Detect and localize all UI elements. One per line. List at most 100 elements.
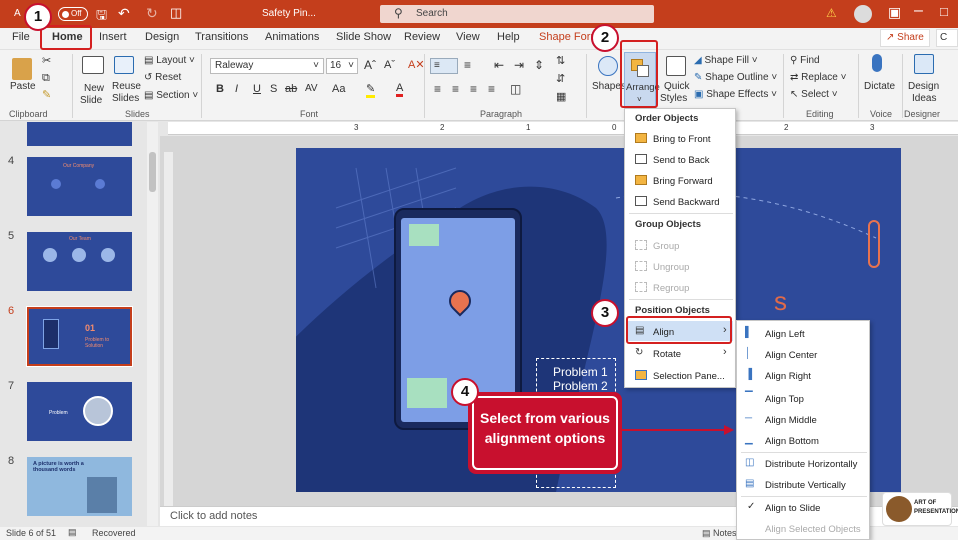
regroup-item[interactable]: Regroup — [653, 283, 689, 294]
selection-pane-item[interactable]: Selection Pane... — [653, 371, 725, 382]
save-icon[interactable]: 🖫 — [96, 6, 107, 28]
paste-icon[interactable] — [12, 58, 32, 80]
shadow-button[interactable]: S — [270, 83, 277, 95]
shrink-font-icon[interactable]: Aˇ — [384, 59, 395, 71]
format-painter-icon[interactable]: ✎ — [42, 88, 51, 101]
slide-thumbnail[interactable]: Our Team — [27, 232, 132, 291]
align-bottom-item[interactable]: Align Bottom — [765, 436, 819, 447]
redo-icon[interactable]: ↻ — [146, 5, 158, 22]
tab-review[interactable]: Review — [404, 31, 440, 43]
tab-insert[interactable]: Insert — [99, 31, 127, 43]
autosave-toggle[interactable]: Off — [58, 7, 88, 21]
bullets-button[interactable]: ≡ — [430, 58, 458, 74]
align-left-text-icon[interactable]: ≡ — [434, 82, 441, 96]
bring-forward-item[interactable]: Bring Forward — [653, 176, 713, 187]
tab-help[interactable]: Help — [497, 31, 520, 43]
align-left-item[interactable]: Align Left — [765, 329, 805, 340]
find-button[interactable]: ⚲ Find — [790, 55, 820, 66]
align-to-slide-item[interactable]: Align to Slide — [765, 503, 820, 514]
smartart-icon[interactable]: ▦ — [556, 90, 566, 103]
slide-text-line-1[interactable]: Problem 1 — [553, 365, 608, 379]
change-case-button[interactable]: Aa — [332, 83, 345, 95]
tab-design[interactable]: Design — [145, 31, 179, 43]
align-top-item[interactable]: Align Top — [765, 394, 804, 405]
file-title[interactable]: Safety Pin... — [262, 8, 316, 19]
notes-button[interactable]: ▤ Notes — [702, 528, 737, 539]
align-right-item[interactable]: Align Right — [765, 371, 811, 382]
present-icon[interactable]: ◫ — [170, 5, 182, 21]
underline-button[interactable]: U — [253, 83, 261, 95]
design-ideas-icon[interactable] — [914, 54, 934, 74]
avatar[interactable] — [854, 5, 872, 23]
rotate-item[interactable]: Rotate — [653, 349, 681, 360]
share-button[interactable]: ↗ Share — [880, 29, 930, 47]
highlight-color-icon[interactable]: ✎ — [366, 82, 376, 98]
columns-icon[interactable]: ◫ — [510, 82, 521, 96]
distribute-vertically-item[interactable]: Distribute Vertically — [765, 480, 846, 491]
copy-icon[interactable]: ⧉ — [42, 72, 50, 85]
quick-styles-label-1[interactable]: Quick — [664, 81, 690, 92]
align-right-text-icon[interactable]: ≡ — [470, 82, 477, 96]
microphone-icon[interactable] — [872, 54, 882, 72]
cut-icon[interactable]: ✂ — [42, 54, 51, 67]
clear-format-icon[interactable]: A✕ — [408, 58, 425, 71]
maximize-icon[interactable]: □ — [940, 4, 948, 19]
center-text-icon[interactable]: ≡ — [452, 82, 459, 96]
bold-button[interactable]: B — [216, 83, 224, 95]
shape-fill-button[interactable]: ◢ Shape Fill ˅ — [694, 55, 758, 66]
dictate-label[interactable]: Dictate — [864, 81, 895, 92]
quick-styles-icon[interactable] — [666, 56, 686, 76]
tab-transitions[interactable]: Transitions — [195, 31, 248, 43]
comments-button[interactable]: C — [936, 29, 958, 47]
design-ideas-label-2[interactable]: Ideas — [912, 93, 936, 104]
increase-indent-icon[interactable]: ⇥ — [514, 58, 524, 72]
reuse-slides-icon[interactable] — [114, 56, 134, 74]
align-selected-objects-item[interactable]: Align Selected Objects — [765, 524, 861, 535]
tab-view[interactable]: View — [456, 31, 480, 43]
slide-thumbnail[interactable] — [27, 122, 132, 146]
send-backward-item[interactable]: Send Backward — [653, 197, 720, 208]
warning-icon[interactable]: ⚠ — [826, 6, 837, 20]
paste-label[interactable]: Paste — [10, 81, 36, 92]
justify-icon[interactable]: ≡ — [488, 82, 495, 96]
slide-thumbnail-selected[interactable]: 01 Problem to Solution — [26, 306, 133, 367]
scrollbar-thumb[interactable] — [149, 152, 156, 192]
ungroup-item[interactable]: Ungroup — [653, 262, 689, 273]
char-spacing-button[interactable]: AV — [305, 83, 318, 94]
align-middle-item[interactable]: Align Middle — [765, 415, 817, 426]
font-size-select[interactable]: 16 ˅ — [326, 58, 358, 74]
italic-button[interactable]: I — [235, 83, 238, 95]
shapes-icon[interactable] — [598, 56, 618, 76]
reuse-slides-label-2[interactable]: Slides — [112, 93, 139, 104]
numbering-icon[interactable]: ≡ — [464, 58, 471, 72]
search-box[interactable]: ⚲ Search — [380, 5, 654, 23]
group-item[interactable]: Group — [653, 241, 679, 252]
slide-text-line-2[interactable]: Problem 2 — [553, 379, 608, 393]
layout-button[interactable]: ▤ Layout ˅ — [144, 55, 195, 66]
slide-thumbnail[interactable]: Our Company — [27, 157, 132, 216]
slide-thumbnail[interactable]: Problem — [27, 382, 132, 441]
spelling-icon[interactable]: ▤ — [68, 527, 77, 538]
distribute-horizontally-item[interactable]: Distribute Horizontally — [765, 459, 857, 470]
strikethrough-button[interactable]: ab — [285, 83, 297, 95]
tab-file[interactable]: File — [12, 31, 30, 43]
font-name-select[interactable]: Raleway ˅ — [210, 58, 324, 74]
bring-to-front-item[interactable]: Bring to Front — [653, 134, 711, 145]
reuse-slides-label-1[interactable]: Reuse — [112, 81, 141, 92]
replace-button[interactable]: ⇄ Replace ˅ — [790, 72, 847, 83]
select-button[interactable]: ↖ Select ˅ — [790, 89, 838, 100]
new-slide-label-1[interactable]: New — [84, 83, 104, 94]
notes-placeholder[interactable]: Click to add notes — [170, 510, 257, 522]
undo-icon[interactable]: ↶ — [118, 5, 130, 22]
thumbnail-scrollbar[interactable] — [147, 122, 158, 526]
quick-styles-label-2[interactable]: Styles — [660, 93, 687, 104]
section-button[interactable]: ▤ Section ˅ — [144, 90, 198, 101]
align-text-icon[interactable]: ⇵ — [556, 72, 565, 85]
font-color-icon[interactable]: A — [396, 82, 404, 97]
new-slide-icon[interactable] — [82, 56, 104, 74]
send-to-back-item[interactable]: Send to Back — [653, 155, 710, 166]
tab-slide-show[interactable]: Slide Show — [336, 31, 391, 43]
ribbon-options-icon[interactable]: ▣ — [888, 4, 901, 21]
tab-animations[interactable]: Animations — [265, 31, 319, 43]
text-direction-icon[interactable]: ⇅ — [556, 54, 565, 67]
